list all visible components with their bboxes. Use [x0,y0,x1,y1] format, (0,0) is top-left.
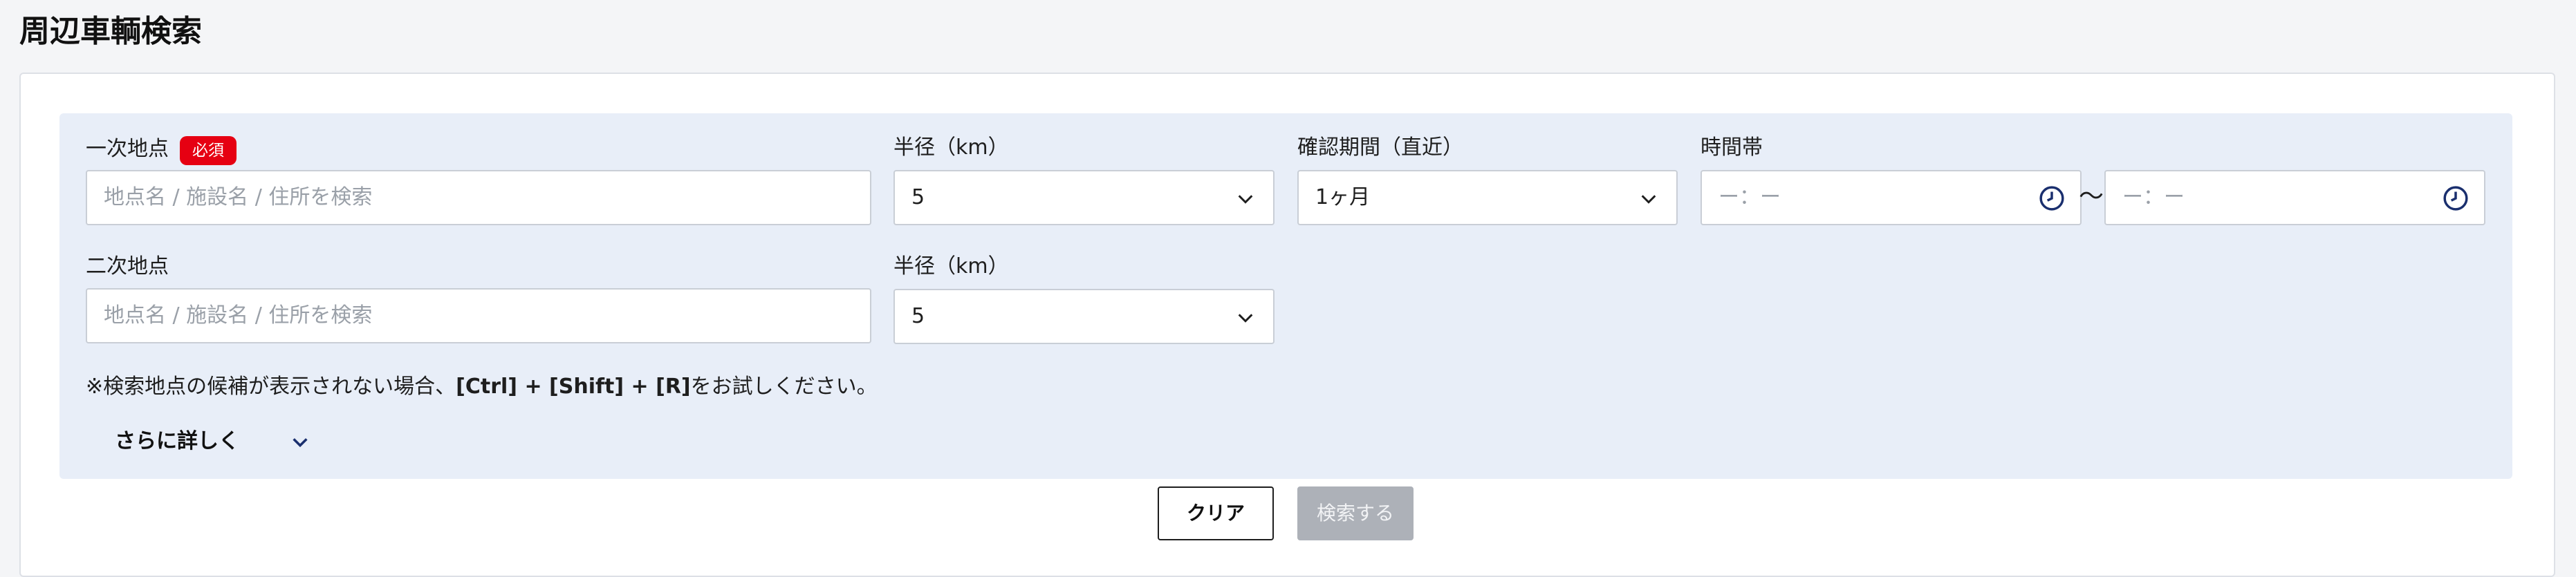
period-label: 確認期間（直近） [1297,135,1463,160]
chevron-down-icon [1238,314,1253,323]
clock-icon[interactable] [2443,185,2469,211]
secondary-location-input[interactable]: 地点名 / 施設名 / 住所を検索 [86,288,871,343]
page-title: 周辺車輌検索 [19,14,202,49]
more-details-label: さらに詳しく [115,429,239,453]
secondary-location-label: 二次地点 [86,254,169,278]
search-hint-note: ※検索地点の候補が表示されない場合、[Ctrl] + [Shift] + [R]… [86,372,878,401]
radius1-label: 半径（km） [893,135,1009,160]
time-range-separator: 〜 [2079,182,2104,211]
primary-location-input[interactable]: 地点名 / 施設名 / 住所を検索 [86,170,871,225]
radius2-select[interactable]: 5 [893,289,1275,344]
note-suffix: をお試しください。 [690,375,878,399]
chevron-down-icon [1238,195,1253,204]
primary-location-label: 一次地点 [86,137,169,161]
timeband-label: 時間帯 [1701,135,1763,160]
chevron-down-icon [293,438,308,448]
period-select[interactable]: 1ヶ月 [1297,170,1678,225]
clear-button[interactable]: クリア [1158,486,1274,540]
period-value: 1ヶ月 [1315,185,1371,209]
radius2-value: 5 [911,304,925,328]
required-badge: 必須 [180,136,237,165]
clock-icon[interactable] [2039,185,2065,211]
time-from-input[interactable]: ー：ー [1701,170,2082,225]
note-prefix: ※検索地点の候補が表示されない場合、 [86,375,456,399]
time-from-value: ー：ー [1718,185,1781,209]
chevron-down-icon [1641,195,1656,204]
search-button[interactable]: 検索する [1297,486,1414,540]
time-to-input[interactable]: ー：ー [2104,170,2485,225]
radius1-select[interactable]: 5 [893,170,1275,225]
more-details-toggle[interactable]: さらに詳しく [86,424,321,459]
radius2-label: 半径（km） [893,254,1009,278]
time-to-value: ー：ー [2122,185,2185,209]
note-keys: [Ctrl] + [Shift] + [R] [456,375,691,399]
radius1-value: 5 [911,185,925,209]
